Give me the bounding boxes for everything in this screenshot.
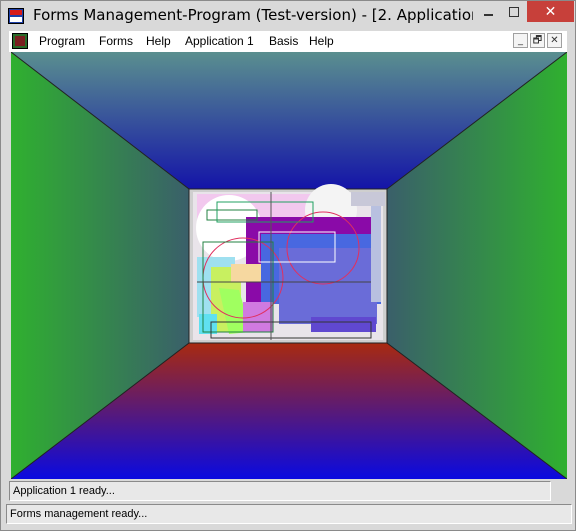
menu-help-2[interactable]: Help (309, 34, 334, 48)
main-window: Forms Management-Program (Test-version) … (0, 0, 576, 531)
menu-application-1[interactable]: Application 1 (185, 34, 254, 48)
child-restore-button[interactable]: 🗗 (530, 33, 545, 48)
menu-program[interactable]: Program (39, 34, 85, 48)
drawing-canvas[interactable] (11, 52, 567, 479)
room-scene (11, 52, 567, 479)
maximize-button[interactable] (501, 1, 527, 22)
main-status-bar: Forms management ready... (6, 504, 572, 524)
child-close-button[interactable]: ✕ (547, 33, 562, 48)
maximize-icon (509, 6, 519, 17)
close-icon: ✕ (544, 3, 557, 20)
app-icon[interactable] (8, 8, 24, 24)
child-status-bar: Application 1 ready... (9, 481, 551, 501)
title-bar[interactable]: Forms Management-Program (Test-version) … (1, 1, 575, 31)
back-wall-drawing (188, 184, 388, 344)
child-window-icon[interactable] (12, 33, 28, 49)
menu-help[interactable]: Help (146, 34, 171, 48)
minimize-icon (483, 13, 493, 16)
child-minimize-button[interactable]: _ (513, 33, 528, 48)
window-title: Forms Management-Program (Test-version) … (33, 6, 473, 24)
minimize-button[interactable] (475, 1, 501, 22)
menu-bar: Program Forms Help Application 1 Basis H… (9, 31, 567, 52)
close-button[interactable]: ✕ (527, 1, 574, 22)
menu-forms[interactable]: Forms (99, 34, 133, 48)
menu-basis[interactable]: Basis (269, 34, 298, 48)
